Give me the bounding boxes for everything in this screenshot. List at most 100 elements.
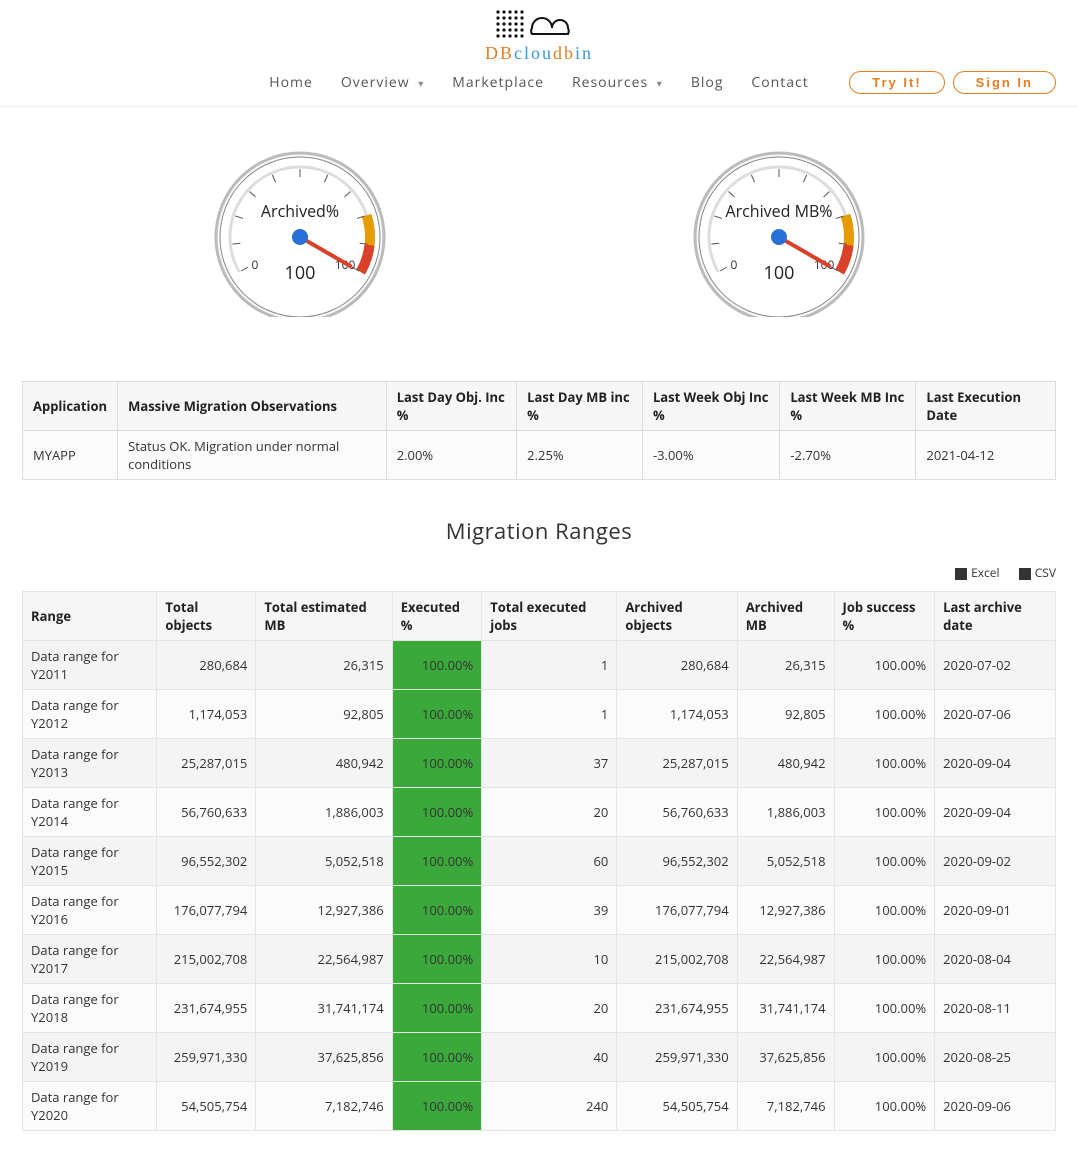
cell-range: Data range for Y2012 [23, 690, 157, 739]
nav-item-resources[interactable]: Resources ▾ [572, 73, 663, 92]
table-row: Data range for Y2019259,971,33037,625,85… [23, 1033, 1056, 1082]
nav-item-marketplace[interactable]: Marketplace [452, 73, 544, 92]
cell-archived-mb: 12,927,386 [737, 886, 834, 935]
cell-exec-jobs: 240 [482, 1082, 617, 1131]
cell-last-archive-date: 2020-07-06 [935, 690, 1056, 739]
gauge-chart: Archived% 0 100 100 [200, 137, 400, 317]
header: DBcloudbin [0, 0, 1078, 63]
cell-archived-objects: 54,505,754 [617, 1082, 737, 1131]
gauge-archived-mb-: Archived MB% 0 100 100 [679, 137, 879, 321]
cell-total-mb: 26,315 [256, 641, 392, 690]
cell-last-archive-date: 2020-09-01 [935, 886, 1056, 935]
export-excel[interactable]: Excel [955, 564, 999, 581]
col-header: Total objects [157, 592, 256, 641]
cell-total-mb: 37,625,856 [256, 1033, 392, 1082]
cell-executed-pct: 100.00% [392, 984, 482, 1033]
cell-total-mb: 92,805 [256, 690, 392, 739]
sign-in-button[interactable]: Sign In [953, 71, 1056, 94]
cell-archived-objects: 215,002,708 [617, 935, 737, 984]
cell-total-objects: 231,674,955 [157, 984, 256, 1033]
cell-job-success: 100.00% [834, 1082, 935, 1131]
cell-total-mb: 31,741,174 [256, 984, 392, 1033]
cell-total-objects: 259,971,330 [157, 1033, 256, 1082]
cell-total-mb: 22,564,987 [256, 935, 392, 984]
cell-total-mb: 480,942 [256, 739, 392, 788]
cell-archived-objects: 176,077,794 [617, 886, 737, 935]
cell-job-success: 100.00% [834, 690, 935, 739]
cell-archived-mb: 5,052,518 [737, 837, 834, 886]
cell-last-archive-date: 2020-09-04 [935, 739, 1056, 788]
col-header: Massive Migration Observations [118, 382, 387, 431]
cell-exec-jobs: 60 [482, 837, 617, 886]
chevron-down-icon: ▾ [418, 76, 424, 90]
cell-last-archive-date: 2020-08-25 [935, 1033, 1056, 1082]
cell-executed-pct: 100.00% [392, 690, 482, 739]
col-header: Total executed jobs [482, 592, 617, 641]
svg-text:100: 100 [763, 261, 794, 285]
nav-item-blog[interactable]: Blog [691, 73, 724, 92]
cell-exec-jobs: 37 [482, 739, 617, 788]
table-row: Data range for Y201456,760,6331,886,0031… [23, 788, 1056, 837]
svg-text:0: 0 [730, 256, 737, 273]
nav-item-overview[interactable]: Overview ▾ [341, 73, 424, 92]
svg-text:100: 100 [284, 261, 315, 285]
cell-executed-pct: 100.00% [392, 1082, 482, 1131]
col-header: Job success % [834, 592, 935, 641]
cell-application: MYAPP [23, 431, 118, 480]
cell-archived-objects: 96,552,302 [617, 837, 737, 886]
navbar: Home Overview ▾ Marketplace Resources ▾ Blog… [0, 63, 1078, 107]
cell-job-success: 100.00% [834, 886, 935, 935]
col-header: Last Day Obj. Inc % [386, 382, 516, 431]
cell-job-success: 100.00% [834, 788, 935, 837]
cell-archived-objects: 25,287,015 [617, 739, 737, 788]
svg-text:Archived MB%: Archived MB% [725, 200, 832, 222]
cell-range: Data range for Y2018 [23, 984, 157, 1033]
table-row: Data range for Y2016176,077,79412,927,38… [23, 886, 1056, 935]
cell-archived-objects: 56,760,633 [617, 788, 737, 837]
cell-last-week-obj: -3.00% [642, 431, 779, 480]
cell-archived-mb: 480,942 [737, 739, 834, 788]
cell-archived-objects: 259,971,330 [617, 1033, 737, 1082]
cell-archived-mb: 26,315 [737, 641, 834, 690]
cell-range: Data range for Y2020 [23, 1082, 157, 1131]
try-it-button[interactable]: Try It! [849, 71, 944, 94]
cell-archived-mb: 31,741,174 [737, 984, 834, 1033]
nav-item-home[interactable]: Home [269, 73, 313, 92]
col-header: Executed % [392, 592, 482, 641]
cell-executed-pct: 100.00% [392, 641, 482, 690]
export-csv[interactable]: CSV [1019, 564, 1056, 581]
cell-last-exec: 2021-04-12 [916, 431, 1056, 480]
cell-last-archive-date: 2020-07-02 [935, 641, 1056, 690]
svg-text:0: 0 [251, 256, 258, 273]
cell-archived-objects: 280,684 [617, 641, 737, 690]
cell-total-objects: 280,684 [157, 641, 256, 690]
cell-archived-mb: 37,625,856 [737, 1033, 834, 1082]
cell-last-day-obj: 2.00% [386, 431, 516, 480]
col-header: Archived MB [737, 592, 834, 641]
cell-last-archive-date: 2020-09-04 [935, 788, 1056, 837]
cell-last-week-mb: -2.70% [780, 431, 916, 480]
cell-range: Data range for Y2013 [23, 739, 157, 788]
cell-total-objects: 56,760,633 [157, 788, 256, 837]
cell-exec-jobs: 20 [482, 984, 617, 1033]
logo[interactable]: DBcloudbin [485, 8, 593, 62]
table-row: Data range for Y2017215,002,70822,564,98… [23, 935, 1056, 984]
chevron-down-icon: ▾ [657, 76, 663, 90]
cell-total-objects: 176,077,794 [157, 886, 256, 935]
cell-exec-jobs: 1 [482, 690, 617, 739]
cell-archived-mb: 1,886,003 [737, 788, 834, 837]
col-header: Last Week Obj Inc % [642, 382, 779, 431]
col-header: Archived objects [617, 592, 737, 641]
col-header: Range [23, 592, 157, 641]
cell-executed-pct: 100.00% [392, 1033, 482, 1082]
cell-job-success: 100.00% [834, 935, 935, 984]
cell-total-mb: 12,927,386 [256, 886, 392, 935]
cell-exec-jobs: 40 [482, 1033, 617, 1082]
cell-total-objects: 54,505,754 [157, 1082, 256, 1131]
cell-last-archive-date: 2020-08-11 [935, 984, 1056, 1033]
cell-range: Data range for Y2014 [23, 788, 157, 837]
cell-range: Data range for Y2016 [23, 886, 157, 935]
nav-item-contact[interactable]: Contact [751, 73, 808, 92]
cell-total-objects: 25,287,015 [157, 739, 256, 788]
cell-job-success: 100.00% [834, 984, 935, 1033]
